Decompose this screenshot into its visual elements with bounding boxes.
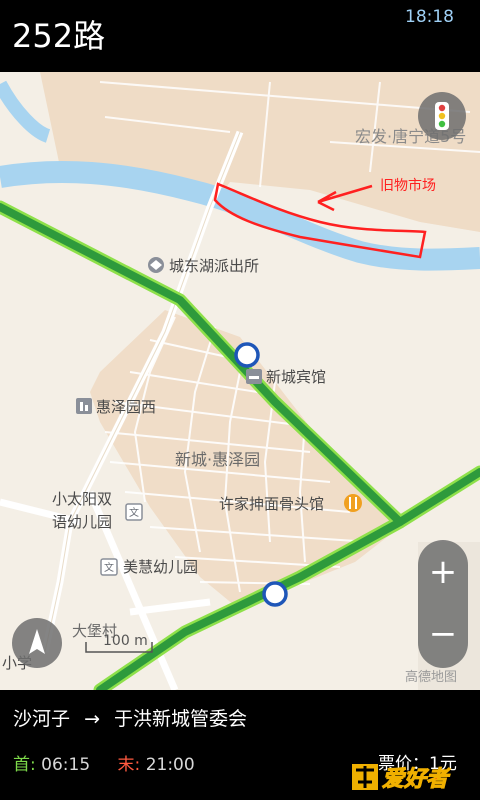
service-hours: 首: 06:15 末: 21:00 [13, 753, 195, 777]
origin-stop: 沙河子 [13, 708, 71, 730]
svg-text:文: 文 [129, 506, 139, 519]
compass-button[interactable] [12, 618, 62, 668]
zoom-in-button[interactable]: + [418, 546, 468, 598]
district-label-center: 新城·惠泽园 [175, 450, 260, 469]
last-bus-label: 末: [117, 755, 141, 775]
map-canvas[interactable]: 文 文 宏发·唐宁道5号 旧物市场 城东湖派出所 新城宾馆 惠泽园西 新城·惠泽… [0, 72, 480, 690]
poi-label-kindergarten-1b: 语幼儿园 [52, 513, 112, 531]
direction-arrow: → [84, 708, 100, 730]
school-icon: 文 [125, 503, 143, 521]
destination-stop: 于洪新城管委会 [114, 708, 248, 730]
poi-label-kindergarten-2: 美慧幼儿园 [123, 558, 198, 576]
compass-icon [12, 618, 62, 668]
route-title: 252路 [12, 17, 106, 55]
police-icon [148, 257, 164, 273]
svg-text:文: 文 [104, 561, 114, 574]
status-clock: 18:18 [405, 7, 454, 27]
poi-label-hotel: 新城宾馆 [266, 368, 326, 386]
watermark-logo: 爱好者 [352, 764, 452, 793]
building-icon [76, 398, 92, 414]
school-icon: 文 [100, 558, 118, 576]
watermark-text: 爱好者 [382, 767, 451, 792]
zoom-out-button[interactable]: − [418, 608, 468, 660]
bus-stop-marker[interactable] [262, 581, 288, 607]
route-endpoints: 沙河子 → 于洪新城管委会 [13, 706, 247, 732]
restaurant-icon [344, 494, 362, 512]
traffic-light-icon [418, 92, 466, 140]
poi-label-noodle-shop: 许家抻面骨头馆 [219, 495, 324, 513]
map-view[interactable]: 文 文 宏发·唐宁道5号 旧物市场 城东湖派出所 新城宾馆 惠泽园西 新城·惠泽… [0, 72, 480, 690]
map-attribution: 高德地图 [405, 669, 457, 685]
scale-label: 100 m [103, 633, 148, 649]
first-bus-label: 首: [13, 755, 36, 775]
app-header: 252路 18:18 [0, 0, 480, 72]
poi-label-kindergarten-1a: 小太阳双 [52, 490, 112, 508]
poi-label-huize-west: 惠泽园西 [96, 398, 156, 416]
zoom-controls: + − [418, 540, 468, 668]
traffic-toggle-button[interactable] [418, 92, 466, 140]
bus-stop-marker[interactable] [234, 342, 260, 368]
poi-label-police: 城东湖派出所 [169, 257, 259, 275]
last-bus-time: 21:00 [145, 755, 195, 775]
annotation-label: 旧物市场 [380, 177, 436, 194]
first-bus-time: 06:15 [41, 755, 91, 775]
hotel-icon [246, 369, 262, 384]
